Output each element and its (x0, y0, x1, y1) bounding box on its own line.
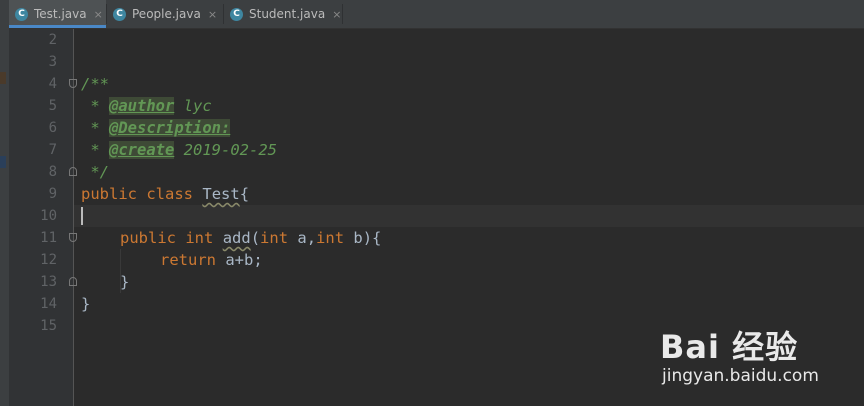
line-number: 15 (40, 318, 57, 334)
line-number: 5 (48, 98, 57, 114)
tab-label: People.java (132, 7, 201, 21)
watermark-url: jingyan.baidu.com (662, 366, 819, 386)
panel-marker-selected (0, 156, 6, 168)
line-number: 3 (48, 54, 57, 70)
code-line-9: public class Test{ (81, 185, 250, 203)
current-line-highlight (74, 205, 864, 227)
code-line-5: * @author lyc (81, 97, 212, 115)
code-line-7: * @create 2019-02-25 (81, 141, 277, 159)
line-number: 13 (40, 274, 57, 290)
tab-divider (342, 4, 343, 24)
line-number-gutter[interactable]: 2 3 4 5 6 7 8 9 10 11 12 13 14 15 (9, 29, 77, 406)
line-number: 10 (40, 208, 57, 224)
tab-student-java[interactable]: C Student.java × (224, 0, 342, 28)
code-line-8: */ (81, 163, 109, 181)
line-number: 2 (48, 32, 57, 48)
code-line-4: /** (81, 75, 109, 93)
text-caret (81, 207, 83, 225)
line-number: 12 (40, 252, 57, 268)
line-number: 11 (40, 230, 57, 246)
code-line-11: public int add(int a,int b){ (120, 229, 382, 247)
line-number: 8 (48, 164, 57, 180)
tab-label: Test.java (34, 7, 87, 21)
line-number: 7 (48, 142, 57, 158)
line-number: 14 (40, 296, 57, 312)
code-line-13: } (120, 273, 130, 291)
project-panel-edge (0, 0, 9, 406)
watermark-brand: Bai 经验 (660, 328, 799, 366)
class-icon: C (15, 7, 28, 21)
baidu-watermark: Bai 经验 jingyan.baidu.com (660, 312, 860, 402)
tab-label: Student.java (249, 7, 326, 21)
close-icon[interactable]: × (208, 8, 217, 21)
tab-people-java[interactable]: C People.java × (107, 0, 223, 28)
line-number: 9 (48, 186, 57, 202)
class-icon: C (113, 7, 126, 21)
line-number: 4 (48, 76, 57, 92)
code-line-12: return a+b; (160, 251, 263, 269)
close-icon[interactable]: × (94, 8, 103, 21)
panel-marker (0, 72, 6, 84)
tab-test-java[interactable]: C Test.java × (9, 0, 106, 28)
editor-tab-bar: C Test.java × C People.java × C Student.… (9, 0, 864, 29)
code-line-14: } (81, 295, 91, 313)
line-number: 6 (48, 120, 57, 136)
code-line-6: * @Description: (81, 119, 231, 137)
close-icon[interactable]: × (332, 8, 341, 21)
class-icon: C (230, 7, 243, 21)
